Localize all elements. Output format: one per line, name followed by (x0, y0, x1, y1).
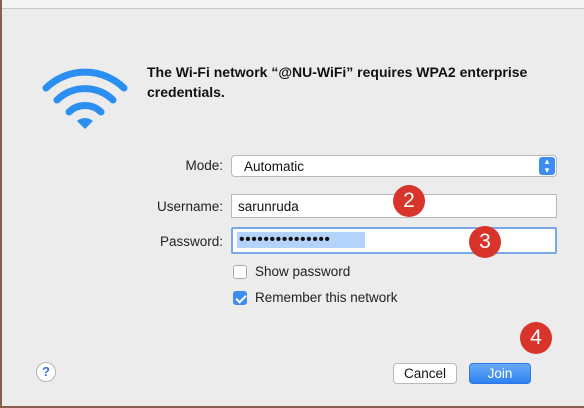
password-value: ••••••••••••••• (237, 232, 365, 248)
step-badge-3: 3 (469, 226, 501, 258)
mode-select[interactable]: Automatic ▴ ▾ (231, 155, 557, 177)
join-button[interactable]: Join (469, 363, 531, 384)
step-badge-2: 2 (393, 185, 425, 217)
title-bar-divider (0, 8, 584, 9)
updown-arrows-icon[interactable]: ▴ ▾ (539, 157, 555, 175)
wifi-icon (42, 68, 128, 129)
show-password-label[interactable]: Show password (255, 264, 350, 279)
title-bar (0, 0, 584, 8)
mode-label: Mode: (185, 158, 223, 173)
help-button[interactable]: ? (36, 362, 56, 382)
password-field[interactable]: ••••••••••••••• (231, 227, 557, 254)
username-label: Username: (156, 199, 223, 214)
dialog-message: The Wi-Fi network “@NU-WiFi” requires WP… (147, 64, 528, 100)
remember-network-checkbox[interactable] (233, 291, 247, 305)
password-label: Password: (159, 234, 223, 249)
cancel-button[interactable]: Cancel (393, 363, 457, 384)
remember-network-label[interactable]: Remember this network (255, 290, 398, 305)
show-password-checkbox[interactable] (233, 265, 247, 279)
mode-select-value: Automatic (244, 159, 305, 174)
step-badge-4: 4 (520, 322, 552, 354)
username-value: sarunruda (238, 199, 299, 214)
window-left-edge (0, 0, 2, 408)
